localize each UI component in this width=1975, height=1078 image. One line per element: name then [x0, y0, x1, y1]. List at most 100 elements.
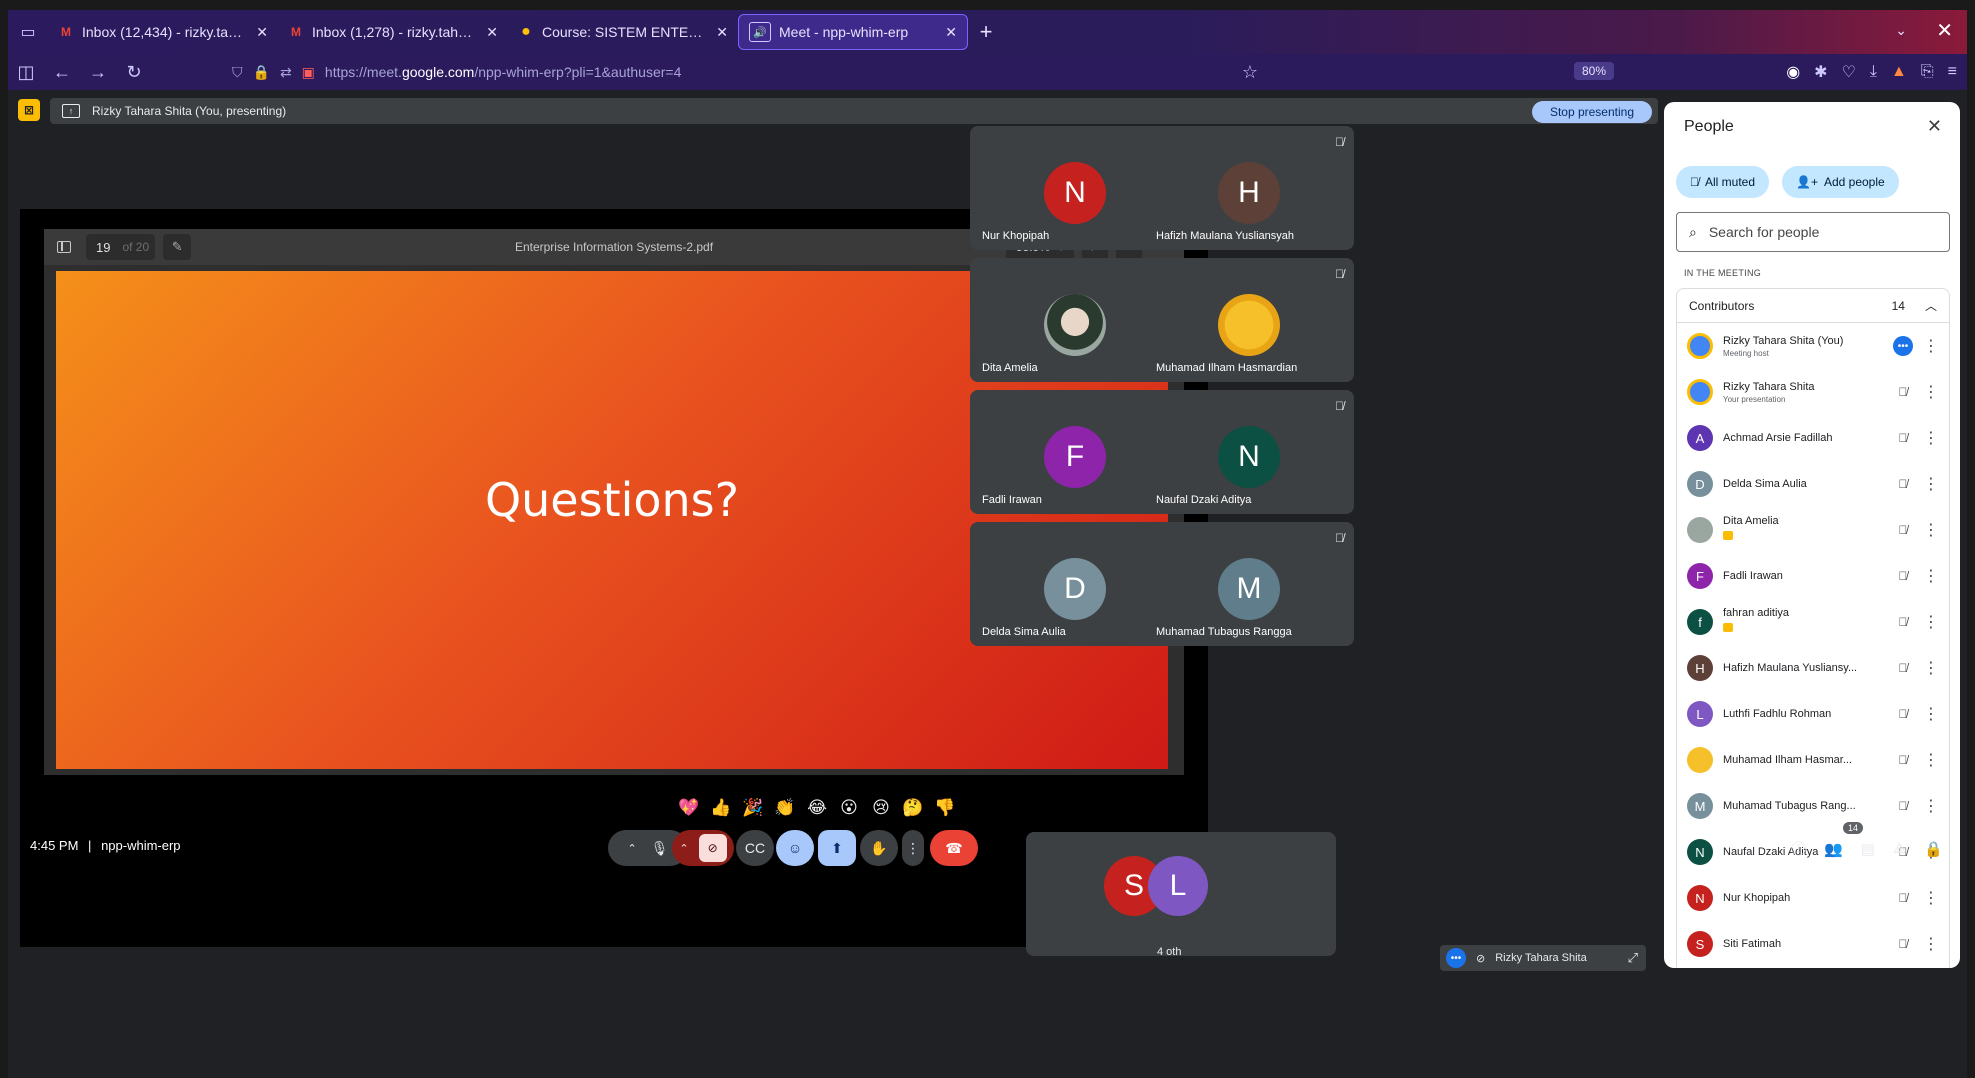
list-item[interactable]: Rizky Tahara Shita (You) Meeting host ••• ⋮ [1677, 323, 1949, 369]
activities-icon[interactable]: ⟁ [1893, 840, 1906, 857]
expand-icon[interactable]: ⤢ [1628, 950, 1638, 966]
leave-call-icon[interactable]: ☎ [930, 830, 978, 866]
back-arrow-icon[interactable]: ← [44, 54, 80, 90]
reaction-emoji[interactable]: 👍 [708, 798, 734, 818]
list-item[interactable]: H Hafizh Maulana Yusliansy... 🎙̸ ⋮ [1677, 645, 1949, 691]
reaction-emoji[interactable]: 🎉 [740, 798, 766, 818]
self-view-chip[interactable]: ••• ⊘ Rizky Tahara Shita ⤢ [1440, 945, 1646, 971]
list-item[interactable]: F Fadli Irawan 🎙̸ ⋮ [1677, 553, 1949, 599]
reaction-emoji[interactable]: 👏 [772, 798, 798, 818]
mic-off-icon[interactable]: 🎙̸ [1893, 615, 1913, 629]
shield-icon[interactable]: ⛉ [232, 64, 243, 81]
list-item[interactable]: Muhamad Ilham Hasmar... 🎙̸ ⋮ [1677, 737, 1949, 783]
list-item[interactable]: N Nur Khopipah 🎙̸ ⋮ [1677, 875, 1949, 921]
participant-tile[interactable]: 🎙̸ N Naufal Dzaki Aditya [1144, 390, 1354, 514]
reaction-emoji[interactable]: 😮 [836, 798, 862, 818]
reaction-emoji[interactable]: 👎 [932, 798, 958, 818]
new-tab-icon[interactable]: + [968, 19, 1004, 45]
close-icon[interactable]: ✕ [256, 24, 268, 41]
list-item[interactable]: L Luthfi Fadhlu Rohman 🎙̸ ⋮ [1677, 691, 1949, 737]
reaction-emoji[interactable]: 🤔 [900, 798, 926, 818]
pdf-sidebar-button[interactable] [50, 233, 78, 261]
download-icon[interactable]: ⤓ [1870, 63, 1877, 81]
chevron-up-icon[interactable]: ︿ [1925, 297, 1937, 314]
close-icon[interactable]: ✕ [1927, 116, 1942, 137]
vpn-extension-icon[interactable]: ▲ [1891, 63, 1907, 81]
mic-off-icon[interactable]: 🎙̸ [1893, 523, 1913, 537]
permissions-icon[interactable]: ⇄ [280, 64, 292, 81]
presenting-indicator-icon[interactable]: ⊠ [18, 99, 40, 121]
reaction-emoji[interactable]: 💖 [676, 798, 702, 818]
pdf-page-number[interactable]: 19 [92, 240, 114, 255]
mic-off-icon[interactable]: 🎙̸ [1893, 707, 1913, 721]
more-options-icon[interactable]: ⋮ [1923, 796, 1939, 816]
all-muted-button[interactable]: 🎙̸ All muted [1676, 166, 1770, 198]
participant-tile[interactable]: 🎙̸ M Muhamad Tubagus Rangga [1144, 522, 1354, 646]
participant-tile[interactable]: 🎙̸ Muhamad Ilham Hasmardian [1144, 258, 1354, 382]
contributors-header[interactable]: Contributors 14 ︿ [1677, 289, 1949, 323]
close-icon[interactable]: ✕ [486, 24, 498, 41]
list-item[interactable]: Rizky Tahara Shita Your presentation 🎙̸ ⋮ [1677, 369, 1949, 415]
speaker-icon[interactable]: 🔊 [749, 22, 771, 42]
host-controls-icon[interactable]: 🔒 [1924, 840, 1943, 858]
pocket-icon[interactable]: ♡ [1842, 62, 1856, 82]
menu-icon[interactable]: ≡ [1948, 63, 1957, 81]
mic-off-icon[interactable]: 🎙̸ [1893, 799, 1913, 813]
chevron-down-icon[interactable]: ⌄ [1895, 22, 1907, 39]
zoom-level-badge[interactable]: 80% [1573, 62, 1614, 80]
tab-meet[interactable]: 🔊 Meet - npp-whim-erp ✕ [8, 14, 968, 106]
search-box[interactable]: ⌕ [1676, 212, 1950, 252]
more-options-icon[interactable]: ⋮ [1923, 658, 1939, 678]
tab-list-icon[interactable]: ▭ [8, 10, 48, 54]
tab-gmail-2[interactable]: M Inbox (1,278) - rizky.taharash ✕ [278, 14, 508, 50]
chevron-up-icon[interactable]: ⌃ [679, 842, 688, 855]
bookmark-star-icon[interactable]: ☆ [1232, 54, 1268, 90]
mic-off-icon[interactable]: 🎙̸ [1893, 937, 1913, 951]
more-options-icon[interactable]: ⋮ [1923, 888, 1939, 908]
url-bar[interactable]: ⛉ 🔒 ⇄ ▣ https://meet.google.com/npp-whim… [224, 58, 1614, 86]
list-item[interactable]: A Achmad Arsie Fadillah 🎙̸ ⋮ [1677, 415, 1949, 461]
puzzle-extension-icon[interactable]: ✱ [1814, 62, 1827, 82]
lock-icon[interactable]: 🔒 [253, 64, 270, 81]
more-options-icon[interactable]: ••• [1446, 948, 1466, 968]
chrome-extension-icon[interactable]: ◉ [1786, 62, 1800, 82]
list-item[interactable]: f fahran aditiya 🎙̸ ⋮ [1677, 599, 1949, 645]
list-item[interactable]: D Delda Sima Aulia 🎙̸ ⋮ [1677, 461, 1949, 507]
tab-gmail-1[interactable]: M Inbox (12,434) - rizky.tahara ✕ [48, 14, 278, 50]
list-item[interactable]: S Siti Fatimah 🎙̸ ⋮ [1677, 921, 1949, 967]
forward-arrow-icon[interactable]: → [80, 54, 116, 90]
extensions-icon[interactable]: ⎘ [1921, 63, 1934, 81]
more-options-icon[interactable]: ⋮ [1923, 428, 1939, 448]
mic-off-icon[interactable]: 🎙̸ [1893, 569, 1913, 583]
mic-off-icon[interactable]: 🎙̸ [1893, 661, 1913, 675]
close-icon[interactable]: ✕ [945, 24, 957, 41]
more-options-icon[interactable]: ⋮ [1923, 934, 1939, 954]
info-icon[interactable]: ⓘ [1791, 838, 1806, 859]
mic-icon[interactable]: 🎙 [651, 840, 669, 857]
more-options-icon[interactable]: ⋮ [1923, 750, 1939, 770]
camera-off-icon[interactable]: ⊘ [698, 834, 727, 862]
draw-icon[interactable]: ✎ [163, 234, 192, 260]
search-input[interactable] [1708, 224, 1929, 240]
add-people-button[interactable]: 👤+ Add people [1782, 166, 1899, 198]
more-options-icon[interactable]: ⋮ [1923, 336, 1939, 356]
reaction-emoji[interactable]: 😂 [804, 798, 830, 818]
tab-course[interactable]: ● Course: SISTEM ENTERPRISE ✕ [508, 14, 738, 50]
raise-hand-icon[interactable]: ✋ [860, 830, 898, 866]
emoji-icon[interactable]: ☺ [776, 830, 814, 866]
captions-icon[interactable]: CC [736, 830, 774, 866]
mic-off-icon[interactable]: 🎙̸ [1893, 431, 1913, 445]
people-icon[interactable]: 👥 [1824, 840, 1843, 858]
chat-icon[interactable]: ▤ [1861, 840, 1875, 858]
reload-icon[interactable]: ↻ [116, 54, 152, 90]
stop-presenting-button[interactable]: Stop presenting [1531, 101, 1652, 123]
mic-off-icon[interactable]: 🎙̸ [1893, 753, 1913, 767]
speaking-indicator-icon[interactable]: ••• [1893, 336, 1913, 356]
sidebar-toggle-icon[interactable]: ◫ [8, 54, 44, 90]
others-tile[interactable]: S L 4 oth [1026, 832, 1336, 958]
chevron-up-icon[interactable]: ⌃ [628, 842, 637, 855]
mic-off-icon[interactable]: 🎙̸ [1893, 891, 1913, 905]
screen-share-indicator-icon[interactable]: ▣ [302, 64, 315, 81]
list-item[interactable]: Dita Amelia 🎙̸ ⋮ [1677, 507, 1949, 553]
present-now-icon[interactable]: ⬆ [818, 830, 856, 866]
